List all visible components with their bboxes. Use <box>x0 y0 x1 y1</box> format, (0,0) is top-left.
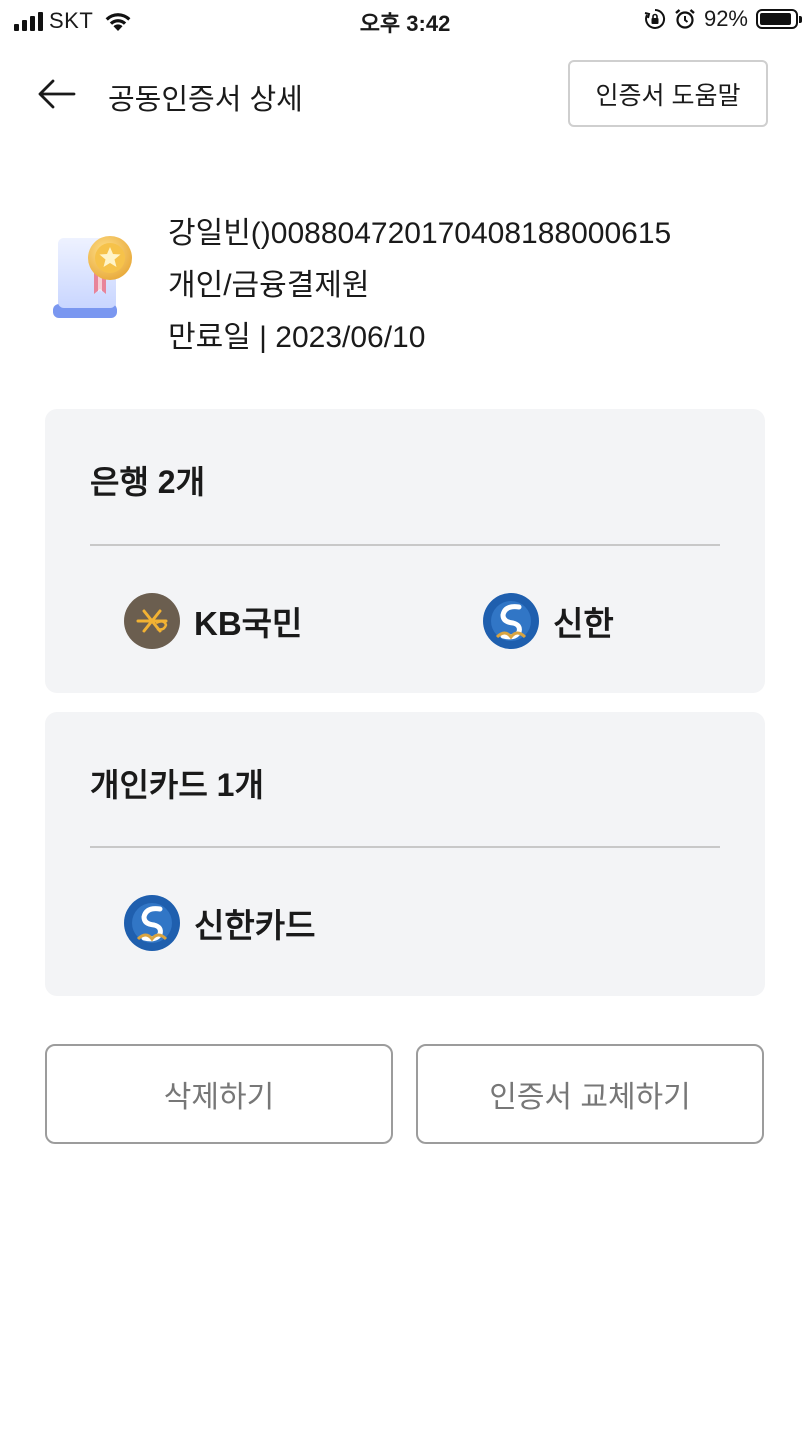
back-button[interactable] <box>32 70 80 118</box>
kb-logo-icon <box>124 593 180 649</box>
battery-icon <box>756 9 802 29</box>
bank-item-label: 신한 <box>553 605 614 642</box>
alarm-icon <box>675 9 695 29</box>
certificate-expiry: 만료일 | 2023/06/10 <box>168 321 426 354</box>
card-item-shinhan[interactable]: 신한카드 <box>124 895 315 951</box>
bank-item-kb[interactable]: KB국민 <box>124 593 302 649</box>
battery-fill <box>760 13 792 25</box>
status-right: 92% <box>644 6 802 32</box>
shinhan-logo-icon <box>483 593 539 649</box>
bank-section: 은행 2개 KB국민 신한 <box>45 409 765 693</box>
page-title: 공동인증서 상세 <box>108 84 303 116</box>
certificate-name: 강일빈()008804720170408188000615 <box>168 217 672 250</box>
certificate-icon <box>53 236 132 318</box>
divider <box>90 544 720 546</box>
bank-item-shinhan[interactable]: 신한 <box>483 593 614 649</box>
certificate-type: 개인/금융결제원 <box>168 269 370 302</box>
card-section-title: 개인카드 1개 <box>90 767 264 803</box>
bank-section-title: 은행 2개 <box>90 464 206 500</box>
orientation-lock-icon <box>644 8 665 29</box>
arrow-left-icon <box>38 79 76 109</box>
replace-certificate-button[interactable]: 인증서 교체하기 <box>416 1044 764 1144</box>
certificate-info: 강일빈()008804720170408188000615 개인/금융결제원 만… <box>168 208 671 364</box>
card-section: 개인카드 1개 신한카드 <box>45 712 765 996</box>
delete-button[interactable]: 삭제하기 <box>45 1044 393 1144</box>
shinhan-logo-icon <box>124 895 180 951</box>
bank-item-label: KB국민 <box>194 605 303 642</box>
divider <box>90 846 720 848</box>
card-item-label: 신한카드 <box>194 907 316 944</box>
battery-percent: 92% <box>703 6 748 31</box>
certificate-help-button[interactable]: 인증서 도움말 <box>568 60 768 127</box>
status-bar: SKT 오후 3:42 92% <box>0 0 810 42</box>
